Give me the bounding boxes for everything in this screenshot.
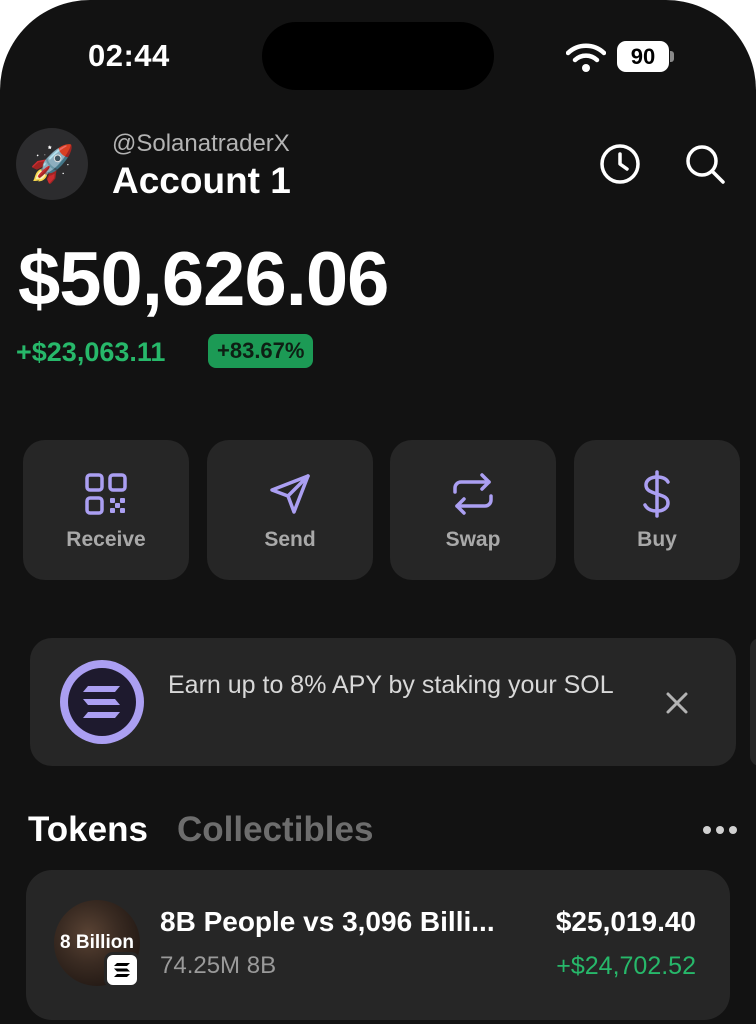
dynamic-island [262,22,494,90]
close-icon[interactable] [662,688,692,718]
solana-chain-badge [104,952,140,988]
account-name[interactable]: Account 1 [112,160,291,202]
tab-collectibles[interactable]: Collectibles [177,810,373,850]
battery-indicator: 90 [617,41,669,72]
swap-button[interactable]: Swap [390,440,556,580]
solana-chain-icon [114,963,130,977]
token-value-change: +$24,702.52 [556,952,696,980]
token-image-text: 8 Billion [60,932,134,953]
token-row[interactable]: 8 Billion 8B People vs 3,096 Billi... 74… [26,870,730,1020]
receive-label: Receive [66,528,146,551]
send-button[interactable]: Send [207,440,373,580]
battery-level: 90 [630,43,656,69]
buy-button[interactable]: Buy [574,440,740,580]
buy-label: Buy [637,528,677,551]
tab-tokens[interactable]: Tokens [28,810,148,850]
rocket-icon: 🚀 [29,143,75,184]
token-name: 8B People vs 3,096 Billi... [160,906,495,937]
swap-label: Swap [445,528,501,551]
receive-button[interactable]: Receive [23,440,189,580]
next-banner-peek[interactable] [750,638,756,766]
dollar-icon [643,470,670,518]
balance-change-percent: +83.67% [217,338,305,363]
status-time: 02:44 [88,38,170,73]
send-label: Send [264,528,316,551]
history-icon[interactable] [598,142,642,186]
swap-icon [453,473,493,515]
qr-code-icon [85,473,127,515]
balance-change: +$23,063.11 [16,337,166,367]
wifi-icon [566,43,606,72]
balance-change-percent-badge: +83.67% [208,334,314,368]
wallet-screen: 02:44 90 🚀 @SolanatraderX Account 1 $50,… [0,0,756,1024]
account-avatar[interactable]: 🚀 [16,128,88,200]
token-amount: 74.25M 8B [160,952,277,979]
staking-banner[interactable]: Earn up to 8% APY by staking your SOL [30,638,736,766]
total-balance: $50,626.06 [18,237,389,322]
account-handle[interactable]: @SolanatraderX [112,130,290,158]
battery-nub [670,51,674,62]
more-options-icon[interactable] [700,818,740,842]
search-icon[interactable] [683,142,727,186]
token-value: $25,019.40 [555,906,696,937]
staking-banner-text: Earn up to 8% APY by staking your SOL [168,671,614,699]
solana-logo-icon [60,660,144,744]
send-icon [270,474,310,514]
